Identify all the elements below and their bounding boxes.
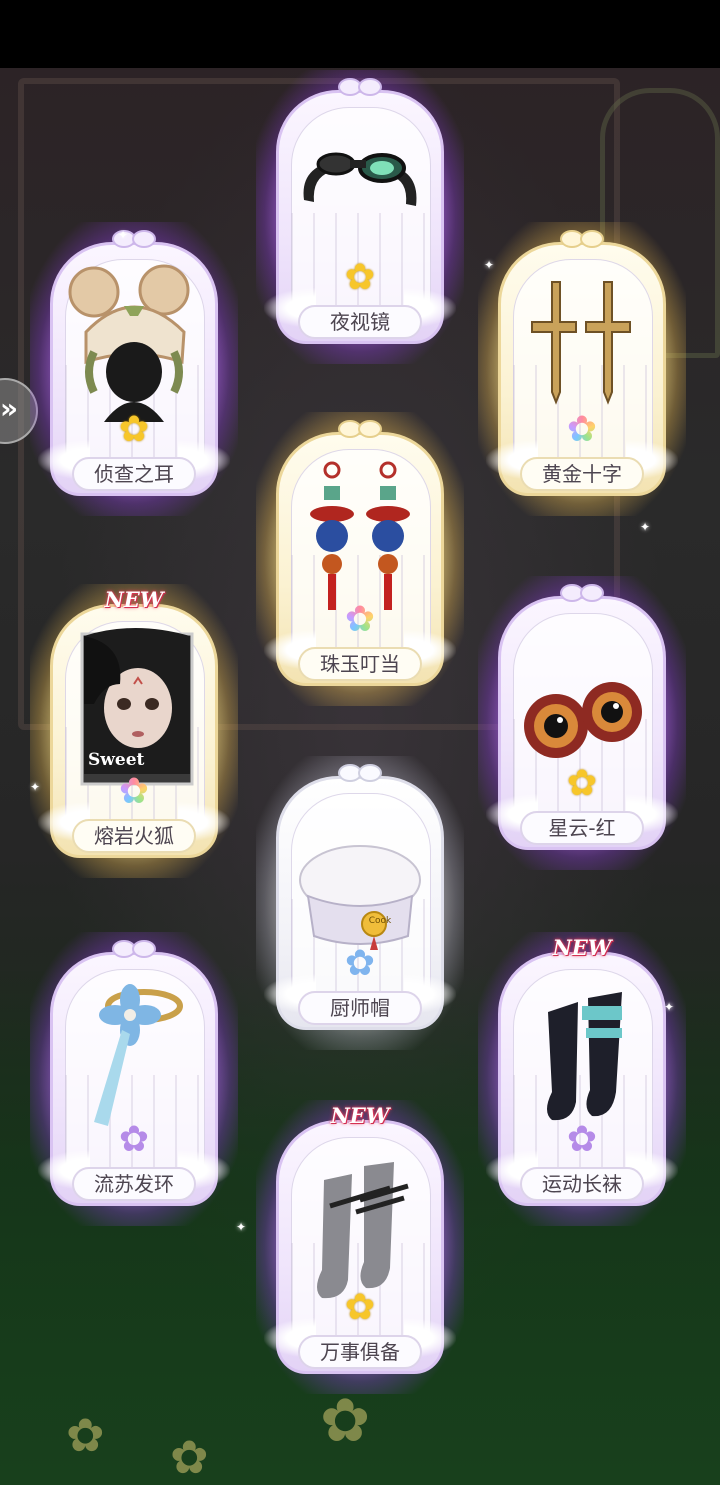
- reward-card-rong-yan-huo-hu[interactable]: NEW Sweet ✿ 熔岩火狐: [30, 584, 238, 878]
- bow-ornament: [560, 230, 604, 248]
- flower-decoration-icon: ✿: [320, 1386, 371, 1456]
- yellow-star-icon: ✿: [344, 257, 376, 298]
- item-name: 熔岩火狐: [94, 824, 174, 848]
- bow-ornament: [338, 764, 382, 782]
- status-bar: [0, 0, 720, 68]
- blue-star-icon: ✿: [344, 943, 376, 984]
- sport-long-socks-icon: [512, 972, 652, 1142]
- bow-ornament: [338, 78, 382, 96]
- jewel-earrings-icon: [290, 452, 430, 622]
- bow-ornament: [112, 940, 156, 958]
- item-name-plate: 黄金十字: [520, 457, 644, 491]
- purple-star-icon: ✿: [566, 1119, 598, 1160]
- bow-ornament: [560, 584, 604, 602]
- item-name-plate: 星云-红: [520, 811, 644, 845]
- sparkle-icon: ✦: [30, 780, 41, 794]
- reward-card-xing-yun-hong[interactable]: ✿ 星云-红: [478, 576, 686, 870]
- rainbow-star-icon: ✿: [114, 772, 154, 812]
- rainbow-star-icon: ✿: [562, 410, 602, 450]
- reward-card-huang-jin-shi-zi[interactable]: ✿ 黄金十字: [478, 222, 686, 516]
- reward-card-wan-shi-ju-bei[interactable]: NEW ✿ 万事俱备: [256, 1100, 464, 1394]
- purple-star-icon: ✿: [118, 1119, 150, 1160]
- gold-cross-earrings-icon: [512, 262, 652, 432]
- new-badge: NEW: [552, 935, 612, 960]
- item-name-plate: 夜视镜: [298, 305, 422, 339]
- flower-decoration-icon: ✿: [170, 1430, 209, 1484]
- item-name-plate: 熔岩火狐: [72, 819, 196, 853]
- item-name-plate: 厨师帽: [298, 991, 422, 1025]
- item-name: 厨师帽: [330, 996, 390, 1020]
- reward-card-zhen-cha-zhi-er[interactable]: ✿ 侦查之耳: [30, 222, 238, 516]
- red-nebula-eyes-icon: [512, 616, 652, 786]
- rainbow-star-icon: ✿: [340, 600, 380, 640]
- reward-card-ye-shi-jing[interactable]: ✿ 夜视镜: [256, 70, 464, 364]
- new-badge: NEW: [104, 587, 164, 612]
- new-badge: NEW: [330, 1103, 390, 1128]
- sparkle-icon: ✦: [484, 258, 495, 272]
- mouse-ear-hat-icon: [64, 262, 204, 432]
- item-name: 黄金十字: [542, 462, 622, 486]
- sparkle-icon: ✦: [664, 1000, 675, 1014]
- item-name-plate: 万事俱备: [298, 1335, 422, 1369]
- item-name-plate: 侦查之耳: [72, 457, 196, 491]
- flower-decoration-icon: ✿: [66, 1408, 105, 1462]
- item-name-plate: 流苏发环: [72, 1167, 196, 1201]
- night-vision-goggles-icon: [290, 110, 430, 280]
- sparkle-icon: ✦: [640, 520, 651, 534]
- yellow-star-icon: ✿: [344, 1287, 376, 1328]
- item-name: 夜视镜: [330, 310, 390, 334]
- item-name-plate: 珠玉叮当: [298, 647, 422, 681]
- chef-hat-icon: [290, 796, 430, 966]
- reward-card-zhu-yu-ding-dang[interactable]: ✿ 珠玉叮当: [256, 412, 464, 706]
- item-name: 珠玉叮当: [320, 652, 400, 676]
- tassel-hair-ring-icon: [64, 972, 204, 1142]
- item-name-plate: 运动长袜: [520, 1167, 644, 1201]
- reward-card-yun-dong-chang-wa[interactable]: NEW ✿ 运动长袜: [478, 932, 686, 1226]
- cook-badge-text: Cook: [368, 916, 392, 926]
- item-name: 星云-红: [548, 816, 616, 840]
- item-name: 运动长袜: [542, 1172, 622, 1196]
- yellow-star-icon: ✿: [118, 409, 150, 450]
- yellow-star-icon: ✿: [566, 763, 598, 804]
- item-name: 流苏发环: [94, 1172, 174, 1196]
- item-name: 万事俱备: [320, 1340, 400, 1364]
- item-name: 侦查之耳: [94, 462, 174, 486]
- sparkle-icon: ✦: [118, 228, 129, 242]
- sparkle-icon: ✦: [236, 1220, 247, 1234]
- bow-ornament: [338, 420, 382, 438]
- gray-long-socks-icon: [290, 1140, 430, 1310]
- double-chevron-right-icon: »: [0, 392, 19, 425]
- reward-card-liu-su-fa-huan[interactable]: ✿ 流苏发环: [30, 932, 238, 1226]
- reward-card-chu-shi-mao[interactable]: Cook ✿ 厨师帽: [256, 756, 464, 1050]
